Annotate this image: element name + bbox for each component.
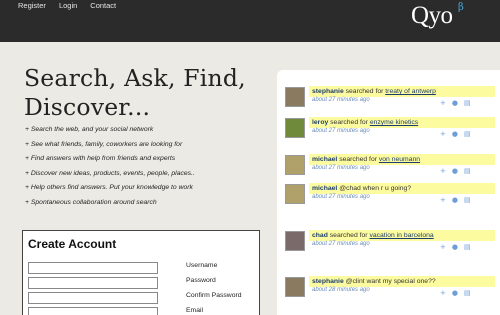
- feed-verb: @clint want my special one??: [345, 278, 436, 285]
- avatar[interactable]: [285, 155, 305, 175]
- password-field[interactable]: [28, 277, 158, 289]
- feed-time: about 27 minutes ago: [312, 241, 370, 247]
- reply-icon[interactable]: +: [440, 289, 446, 297]
- feed-bubble: stephanie searched for treaty of antwerp: [309, 86, 495, 97]
- feed-actions: + ● ▤: [440, 243, 471, 251]
- feed-actions: + ● ▤: [440, 99, 471, 107]
- feed-verb: searched for: [345, 88, 384, 95]
- password-label: Password: [186, 277, 216, 284]
- feed-verb: searched for: [329, 232, 368, 239]
- feed-query[interactable]: enzyme kinetics: [370, 119, 418, 126]
- avatar[interactable]: [285, 231, 305, 251]
- feed-bubble: leroy searched for enzyme kinetics: [309, 117, 495, 128]
- feed-user[interactable]: leroy: [312, 119, 328, 126]
- email-label: Email: [186, 307, 203, 314]
- feed-verb: @chad when r u going?: [339, 185, 412, 192]
- contact-link[interactable]: Contact: [90, 1, 116, 10]
- page-icon[interactable]: ▤: [464, 130, 471, 138]
- feed-bubble: stephanie @clint want my special one??: [309, 276, 495, 287]
- feed-actions: + ● ▤: [440, 289, 471, 297]
- top-nav: Register Login Contact: [18, 1, 116, 10]
- avatar[interactable]: [285, 184, 305, 204]
- feed-verb: searched for: [339, 156, 377, 163]
- feed-user[interactable]: michael: [312, 156, 337, 163]
- reply-icon[interactable]: +: [440, 167, 446, 175]
- register-link[interactable]: Register: [18, 1, 46, 10]
- feed-time: about 27 minutes ago: [312, 194, 370, 200]
- feed-user[interactable]: stephanie: [312, 88, 344, 95]
- feed-verb: searched for: [330, 119, 368, 126]
- headline-line-2: Discover...: [24, 93, 151, 121]
- confirm-password-field[interactable]: [28, 292, 158, 304]
- avatar[interactable]: [285, 118, 305, 138]
- feed-bubble: michael searched for von neumann: [309, 154, 495, 165]
- feed-user[interactable]: michael: [312, 185, 337, 192]
- feed-query[interactable]: treaty of antwerp: [385, 88, 436, 95]
- page-icon[interactable]: ▤: [464, 196, 471, 204]
- feed-bubble: chad searched for vacation in barcelona: [309, 230, 495, 241]
- feature-item: + Help others find answers. Put your kno…: [25, 184, 193, 191]
- reply-icon[interactable]: +: [440, 196, 446, 204]
- beta-badge: β: [458, 2, 464, 13]
- logo[interactable]: Qyo: [411, 2, 453, 30]
- avatar[interactable]: [285, 277, 305, 297]
- create-account-panel: Create Account Username Password Confirm…: [22, 230, 260, 315]
- comment-icon[interactable]: ●: [452, 289, 458, 297]
- avatar[interactable]: [285, 87, 305, 107]
- feature-item: + Find answers with help from friends an…: [25, 155, 176, 162]
- feed-time: about 28 minutes ago: [312, 287, 370, 293]
- feed-bubble: michael @chad when r u going?: [309, 183, 495, 194]
- feed-actions: + ● ▤: [440, 130, 471, 138]
- comment-icon[interactable]: ●: [452, 243, 458, 251]
- page-icon[interactable]: ▤: [464, 167, 471, 175]
- feed-user[interactable]: chad: [312, 232, 328, 239]
- headline-line-1: Search, Ask, Find,: [24, 64, 246, 92]
- comment-icon[interactable]: ●: [452, 167, 458, 175]
- feature-item: + See what friends, family, coworkers ar…: [25, 140, 183, 148]
- feed-time: about 27 minutes ago: [312, 128, 370, 134]
- comment-icon[interactable]: ●: [452, 196, 458, 204]
- reply-icon[interactable]: +: [440, 130, 446, 138]
- email-field[interactable]: [28, 307, 158, 315]
- feed-actions: + ● ▤: [440, 196, 471, 204]
- create-account-title: Create Account: [28, 237, 117, 251]
- feed-time: about 27 minutes ago: [312, 165, 370, 171]
- comment-icon[interactable]: ●: [452, 99, 458, 107]
- login-link[interactable]: Login: [59, 1, 77, 10]
- page-icon[interactable]: ▤: [464, 289, 471, 297]
- confirm-password-label: Confirm Password: [186, 292, 242, 299]
- feature-item: + Search the web, and your social networ…: [25, 126, 154, 133]
- headline: Search, Ask, Find, Discover...: [24, 64, 246, 122]
- top-bar: Register Login Contact Qyo β: [0, 0, 500, 42]
- comment-icon[interactable]: ●: [452, 130, 458, 138]
- page-icon[interactable]: ▤: [464, 99, 471, 107]
- feed-time: about 27 minutes ago: [312, 97, 370, 103]
- reply-icon[interactable]: +: [440, 99, 446, 107]
- feature-list: + Search the web, and your social networ…: [25, 125, 195, 212]
- username-field[interactable]: [28, 262, 158, 274]
- activity-feed: stephanie searched for treaty of antwerp…: [277, 70, 500, 315]
- feed-actions: + ● ▤: [440, 167, 471, 175]
- feature-item: + Spontaneous collaboration around searc…: [25, 198, 157, 206]
- reply-icon[interactable]: +: [440, 243, 446, 251]
- feature-item: + Discover new ideas, products, events, …: [25, 169, 195, 177]
- feed-user[interactable]: stephanie: [312, 278, 344, 285]
- page-icon[interactable]: ▤: [464, 243, 471, 251]
- username-label: Username: [186, 262, 218, 269]
- feed-query[interactable]: von neumann: [379, 156, 420, 163]
- feed-query[interactable]: vacation in barcelona: [369, 232, 433, 239]
